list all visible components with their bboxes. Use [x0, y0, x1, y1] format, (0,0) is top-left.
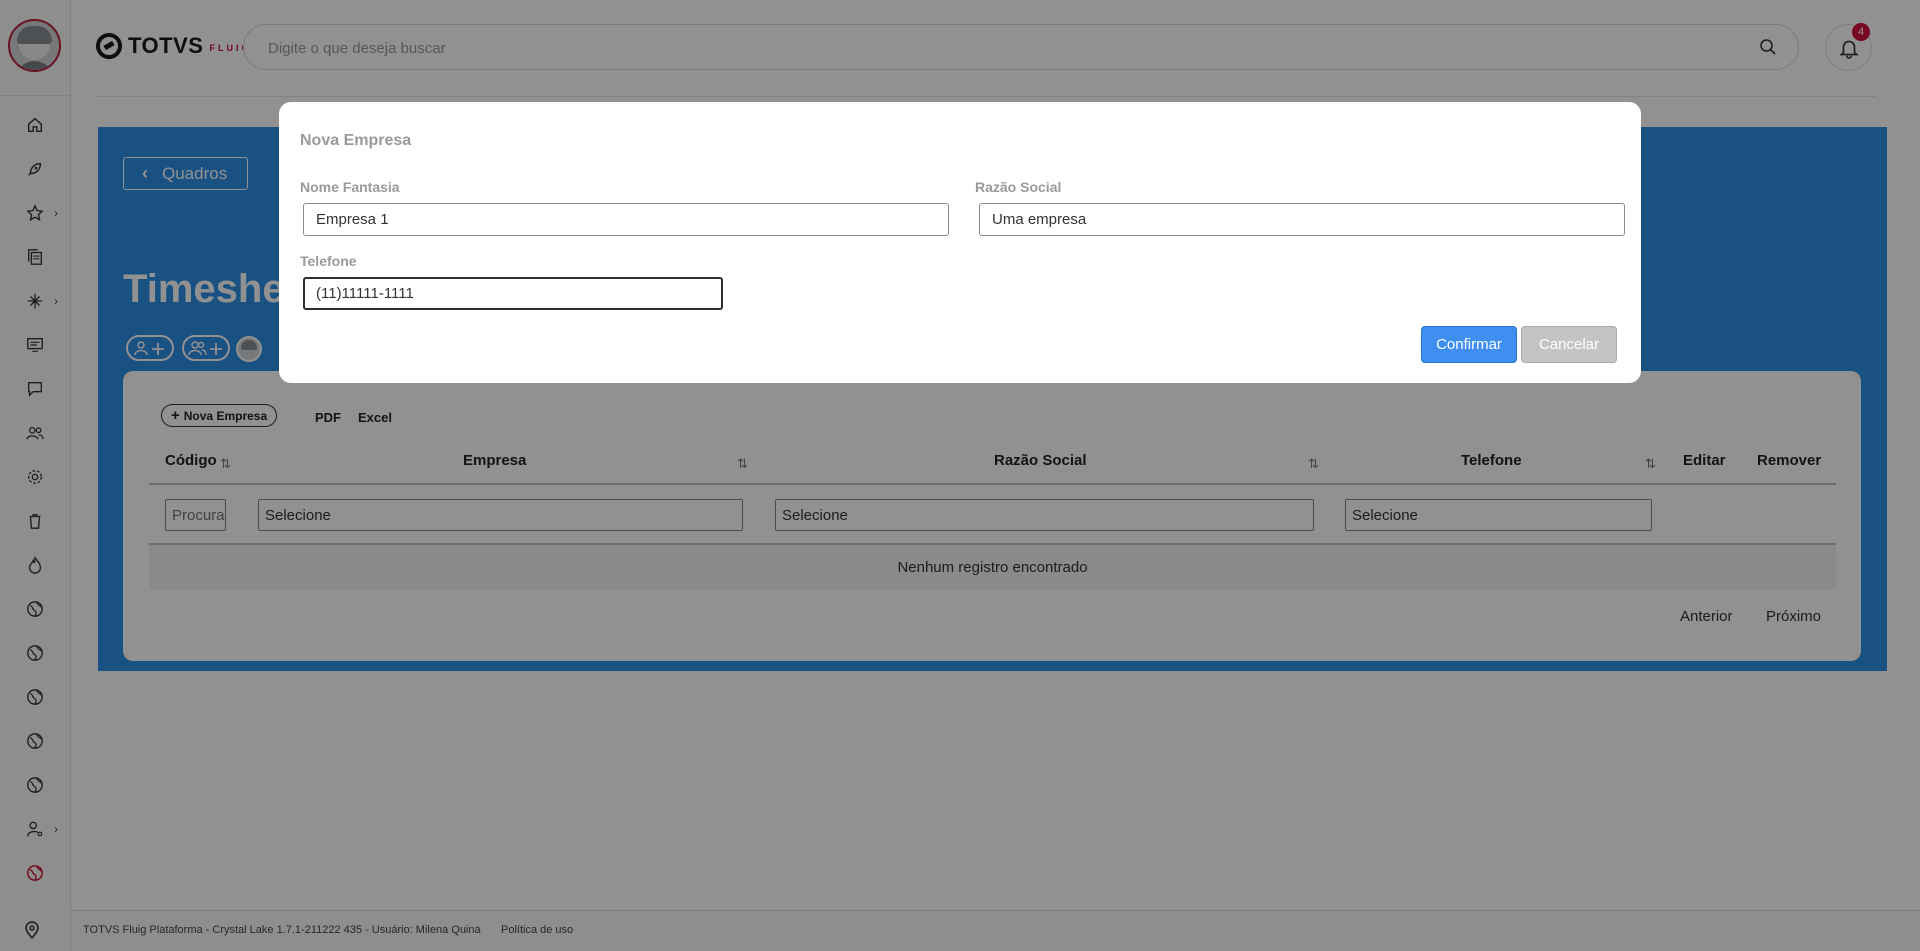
nome-fantasia-input[interactable]: [303, 203, 949, 236]
telefone-input[interactable]: [303, 277, 723, 310]
razao-social-input[interactable]: [979, 203, 1625, 236]
telefone-label: Telefone: [300, 253, 357, 269]
confirm-button[interactable]: Confirmar: [1421, 326, 1517, 363]
nome-fantasia-label: Nome Fantasia: [300, 179, 400, 195]
cancel-button[interactable]: Cancelar: [1521, 326, 1617, 363]
modal-title: Nova Empresa: [300, 132, 412, 149]
razao-social-label: Razão Social: [975, 179, 1062, 195]
